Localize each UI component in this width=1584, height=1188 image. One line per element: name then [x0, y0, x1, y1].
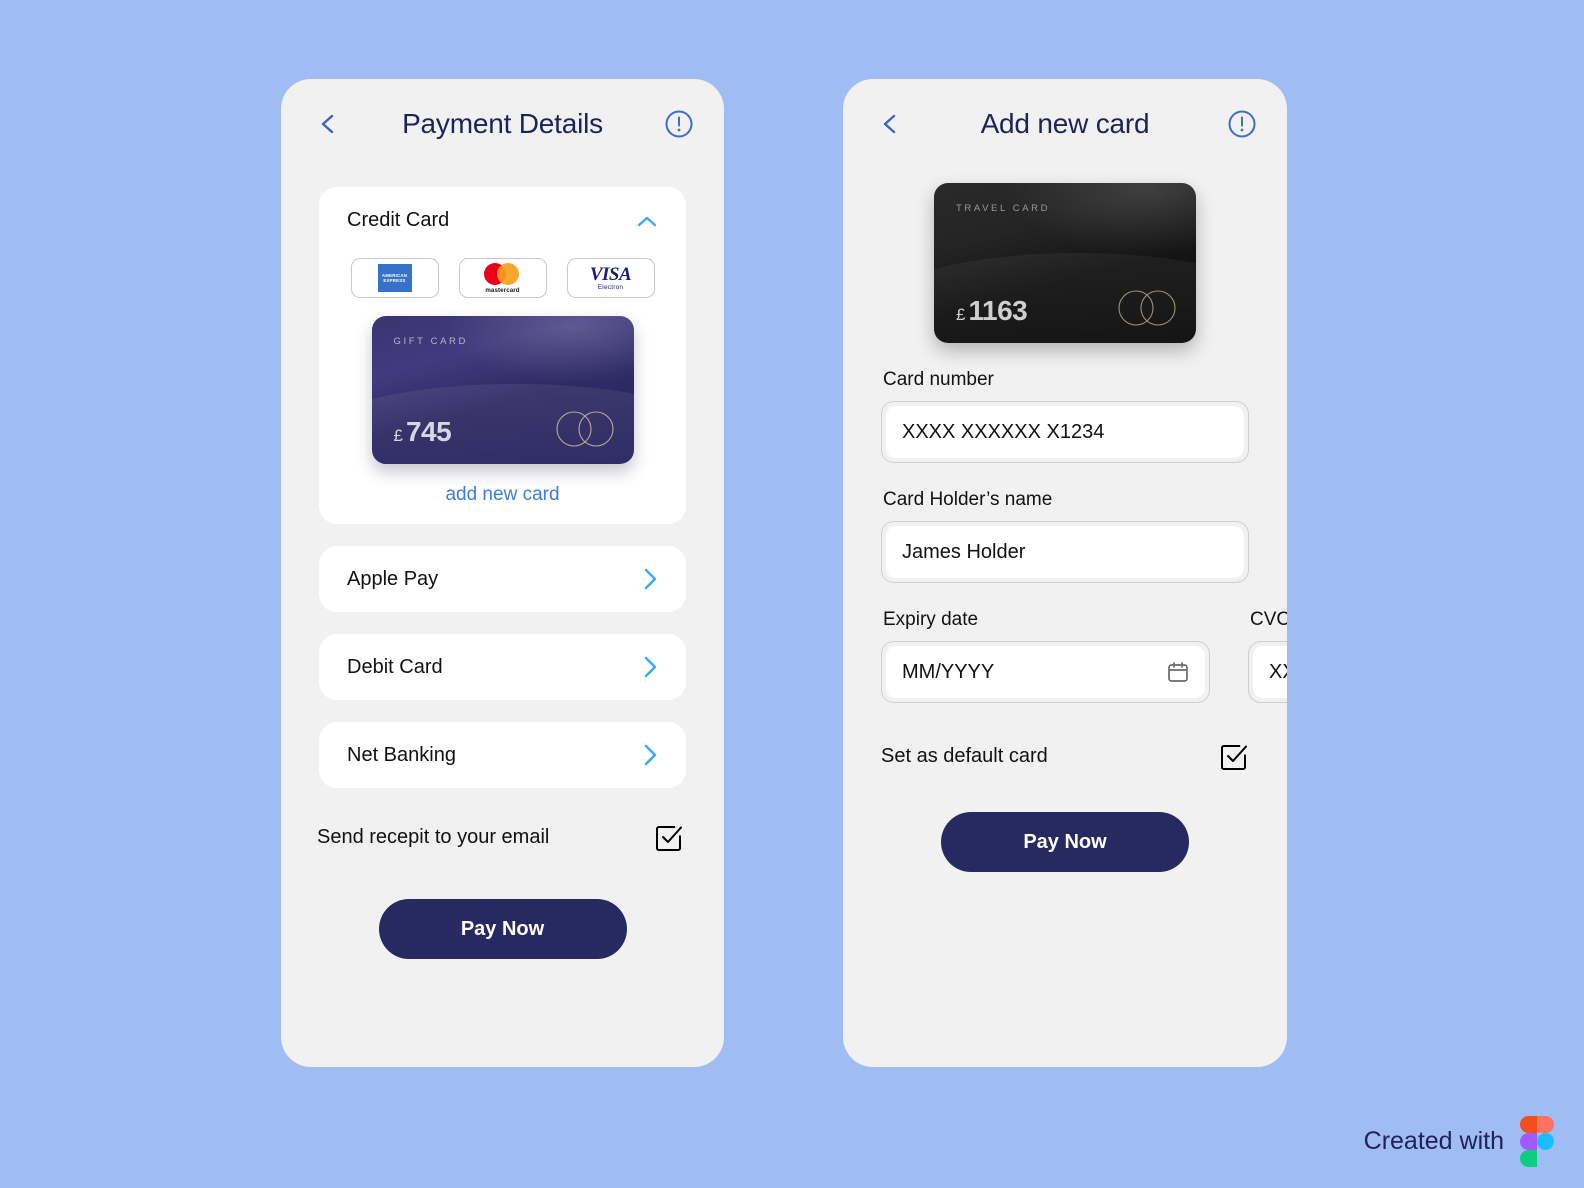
figma-orange-shape — [1520, 1116, 1537, 1133]
travel-card-balance: £ 1163 — [956, 295, 1028, 327]
page-title: Add new card — [980, 108, 1150, 139]
card-number-input[interactable] — [902, 420, 1228, 444]
add-card-form: Card number Card Holder’s name Expiry da… — [843, 369, 1287, 703]
cvc-field[interactable] — [1248, 641, 1287, 703]
card-holder-label: Card Holder’s name — [883, 489, 1053, 510]
pay-now-button[interactable]: Pay Now — [941, 812, 1189, 872]
gift-card-currency: £ — [393, 426, 403, 445]
gift-card-kind: GIFT CARD — [393, 336, 468, 347]
expiry-field[interactable] — [881, 641, 1210, 703]
chevron-up-icon[interactable] — [636, 214, 658, 228]
pay-now-button[interactable]: Pay Now — [378, 899, 627, 959]
payment-row-debit-card[interactable]: Debit Card — [319, 634, 686, 700]
brand-mastercard[interactable]: mastercard — [458, 258, 547, 298]
expiry-cvc-row: Expiry date CVC/CVV — [881, 583, 1287, 703]
chevron-right-icon[interactable] — [642, 567, 658, 591]
card-holder-inner — [886, 526, 1244, 578]
payment-row-label: Apple Pay — [347, 567, 439, 590]
expiry-label: Expiry date — [883, 609, 979, 630]
cvc-inner — [1253, 646, 1287, 698]
visa-icon: VISA Electron — [589, 263, 632, 292]
card-number-field[interactable] — [881, 401, 1249, 463]
chevron-right-icon[interactable] — [642, 655, 658, 679]
cvc-col: CVC/CVV — [1248, 583, 1287, 703]
credit-card-header[interactable]: Credit Card — [319, 209, 686, 232]
payment-row-label: Net Banking — [347, 743, 456, 766]
canvas: Payment Details Credit Card AMERICAN EXP… — [0, 0, 1584, 1188]
set-default-card-row: Set as default card — [881, 743, 1247, 770]
amex-line2: EXPRESS — [383, 278, 406, 283]
two-interlocking-circles-icon — [554, 410, 616, 448]
add-new-card-link[interactable]: add new card — [319, 484, 686, 506]
expiry-inner — [886, 646, 1205, 698]
card-brand-row: AMERICAN EXPRESS mastercard VISA Electro… — [319, 258, 686, 298]
mastercard-wordmark: mastercard — [485, 286, 520, 294]
credit-card-title: Credit Card — [347, 209, 450, 231]
back-chevron-icon[interactable] — [879, 113, 901, 135]
set-default-card-label: Set as default card — [881, 745, 1048, 767]
chevron-right-icon[interactable] — [642, 743, 658, 767]
figma-watermark: Created with — [1363, 1116, 1554, 1167]
mastercard-yellow-circle — [496, 262, 519, 285]
figma-purple-shape — [1520, 1133, 1537, 1150]
figma-blue-shape — [1537, 1133, 1554, 1150]
saved-gift-card[interactable]: GIFT CARD £ 745 — [371, 316, 634, 464]
watermark-text: Created with — [1363, 1126, 1504, 1155]
visa-electron-sublabel: Electron — [597, 283, 624, 291]
amex-icon: AMERICAN EXPRESS — [377, 264, 412, 292]
card-holder-field[interactable] — [881, 521, 1249, 583]
add-new-card-screen: Add new card TRAVEL CARD £ 1163 Card num… — [843, 79, 1287, 1067]
mastercard-circles — [477, 262, 529, 285]
figma-pink-shape — [1537, 1116, 1554, 1133]
figma-green-shape — [1520, 1150, 1537, 1167]
set-default-card-checkbox[interactable] — [1220, 743, 1247, 770]
left-app-bar: Payment Details — [281, 79, 724, 169]
card-number-inner — [886, 406, 1244, 458]
send-receipt-row: Send recepit to your email — [317, 824, 682, 851]
exclamation-circle-icon[interactable] — [1227, 109, 1257, 139]
brand-american-express[interactable]: AMERICAN EXPRESS — [350, 258, 439, 298]
payment-row-label: Debit Card — [347, 655, 443, 678]
figma-logo-icon — [1520, 1116, 1554, 1167]
expiry-col: Expiry date — [881, 583, 1210, 703]
gift-card-amount: 745 — [405, 416, 452, 447]
expiry-input[interactable] — [902, 660, 1167, 684]
visa-wordmark: VISA — [589, 263, 632, 285]
card-number-label: Card number — [883, 369, 994, 390]
travel-card-currency: £ — [956, 305, 966, 324]
brand-visa-electron[interactable]: VISA Electron — [566, 258, 655, 298]
travel-card-amount: 1163 — [968, 295, 1028, 326]
two-interlocking-circles-icon — [1116, 289, 1178, 327]
page-title: Payment Details — [402, 108, 603, 139]
credit-card-section: Credit Card AMERICAN EXPRESS mastercard … — [319, 187, 686, 524]
card-holder-input[interactable] — [902, 540, 1228, 564]
cvc-label: CVC/CVV — [1250, 609, 1287, 630]
exclamation-circle-icon[interactable] — [664, 109, 694, 139]
mastercard-icon: mastercard — [477, 262, 529, 294]
send-receipt-checkbox[interactable] — [655, 824, 682, 851]
calendar-icon[interactable] — [1167, 661, 1189, 683]
right-app-bar: Add new card — [843, 79, 1287, 169]
cvc-input[interactable] — [1269, 660, 1287, 684]
preview-travel-card: TRAVEL CARD £ 1163 — [934, 183, 1196, 343]
payment-row-net-banking[interactable]: Net Banking — [319, 722, 686, 788]
payment-details-screen: Payment Details Credit Card AMERICAN EXP… — [281, 79, 724, 1067]
send-receipt-label: Send recepit to your email — [317, 826, 550, 848]
gift-card-balance: £ 745 — [394, 416, 452, 448]
travel-card-kind: TRAVEL CARD — [956, 203, 1051, 214]
payment-row-apple-pay[interactable]: Apple Pay — [319, 546, 686, 612]
back-chevron-icon[interactable] — [317, 113, 339, 135]
